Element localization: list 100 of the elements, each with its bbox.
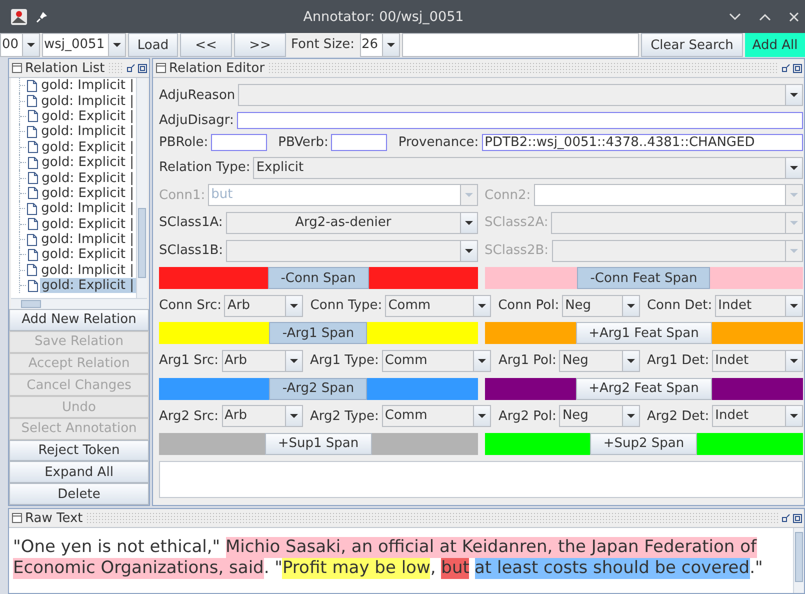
maximize-icon[interactable] <box>138 64 147 72</box>
dropdown[interactable]: Neg <box>559 350 640 372</box>
document-icon <box>28 248 38 261</box>
font-size-dropdown[interactable]: 26 <box>360 33 400 57</box>
panel-title: Relation List <box>25 60 105 76</box>
field-label: Arg2 Src: <box>159 408 219 424</box>
relation-list-item[interactable]: gold: Explicit | <box>40 247 136 262</box>
clear-search-button[interactable]: Clear Search <box>641 33 743 57</box>
document-icon <box>27 202 38 215</box>
relation-list-item[interactable]: gold: Explicit | <box>40 186 136 201</box>
dropdown[interactable]: Comm <box>382 350 492 372</box>
relation-list-button[interactable]: Reject Token <box>9 440 149 462</box>
relation-list-item[interactable]: gold: Implicit | <box>39 232 136 248</box>
highlighted-text: Economic Organizations, said <box>13 558 264 579</box>
caret-icon <box>478 414 486 418</box>
field-label: Arg1 Src: <box>159 353 219 368</box>
relation-list-button[interactable]: Add New Relation <box>9 309 149 331</box>
span-button[interactable]: +Sup1 Span <box>264 432 372 455</box>
add-all-button[interactable]: Add All <box>745 33 805 57</box>
toolbar-button[interactable]: Load <box>128 33 178 57</box>
vertical-scrollbar[interactable] <box>793 528 804 593</box>
window-title: Annotator: 00/wsj_0051 <box>302 8 465 24</box>
relation-list-item[interactable]: gold: Explicit | <box>40 155 136 170</box>
search-field[interactable] <box>402 33 639 57</box>
span-button[interactable]: -Arg1 Span <box>269 322 368 344</box>
relation-list-item[interactable]: gold: Implicit | <box>39 94 136 109</box>
document-icon <box>27 95 38 108</box>
raw-text: , <box>430 558 437 579</box>
relation-list-button[interactable]: Delete <box>9 483 149 506</box>
field-label: Conn Pol: <box>498 298 560 314</box>
grip-texture[interactable] <box>268 62 779 74</box>
caret-icon <box>113 43 121 47</box>
dropdown[interactable]: Neg <box>559 405 640 428</box>
dropdown[interactable]: Indet <box>712 405 803 428</box>
dropdown[interactable]: Comm <box>382 405 492 428</box>
adju-disagr-field[interactable] <box>236 112 803 129</box>
document-icon <box>27 126 38 138</box>
caret-icon <box>790 358 798 363</box>
relation-type-dropdown[interactable]: Explicit <box>253 156 803 179</box>
maximize-icon[interactable] <box>793 514 802 522</box>
caret-icon <box>464 220 472 225</box>
minimize-icon[interactable] <box>729 12 741 20</box>
document-icon <box>28 280 38 292</box>
pb-verb-field[interactable] <box>331 134 388 152</box>
relation-list-item[interactable]: gold: Explicit | <box>40 216 136 232</box>
caret-icon <box>290 304 298 308</box>
relation-list-button[interactable]: Expand All <box>9 461 149 484</box>
relation-list-item[interactable]: gold: Explicit | <box>40 170 136 186</box>
comment-field[interactable] <box>159 461 803 498</box>
document-icon <box>28 218 38 230</box>
span-button[interactable]: -Arg2 Span <box>269 378 368 400</box>
dropdown[interactable]: Comm <box>385 294 492 317</box>
caret-icon <box>464 248 472 253</box>
span-button[interactable]: +Arg1 Feat Span <box>576 322 712 344</box>
relation-list-item[interactable]: gold: Implicit | <box>39 201 136 216</box>
span-button[interactable]: -Conn Feat Span <box>577 267 710 290</box>
file-dropdown[interactable]: wsj_0051 <box>42 33 126 57</box>
close-icon[interactable] <box>789 12 799 22</box>
dropdown[interactable]: Arb <box>222 405 303 428</box>
raw-text: "One yen is not ethical," <box>13 537 222 558</box>
caret-icon <box>790 414 798 418</box>
relation-list-item[interactable]: gold: Implicit | <box>39 262 136 278</box>
dropdown[interactable]: Arg2-as-denier <box>226 212 478 234</box>
float-icon[interactable] <box>782 64 790 72</box>
caret-icon <box>790 166 798 170</box>
dropdown[interactable]: Indet <box>715 294 803 317</box>
pb-role-field[interactable] <box>211 134 268 152</box>
relation-list-item[interactable]: gold: Explicit | <box>40 108 136 124</box>
grip-texture[interactable] <box>108 62 124 74</box>
maximize-icon[interactable] <box>793 64 802 72</box>
horizontal-scrollbar[interactable] <box>11 298 147 309</box>
caret-icon <box>626 304 635 308</box>
dropdown[interactable]: Indet <box>712 350 803 372</box>
float-icon[interactable] <box>127 64 135 72</box>
toolbar-button[interactable]: << <box>180 33 232 57</box>
dropdown[interactable]: Neg <box>562 294 640 317</box>
provenance-field[interactable]: PDTB2::wsj_0051::4378..4381::CHANGED <box>482 134 803 152</box>
caret-icon <box>27 43 35 47</box>
field-label: SClass2B: <box>484 243 549 258</box>
toolbar-button[interactable]: >> <box>234 33 286 57</box>
span-button[interactable]: -Conn Span <box>268 267 369 290</box>
float-icon[interactable] <box>782 514 790 522</box>
relation-list-item[interactable]: gold: Explicit | <box>40 140 136 155</box>
span-button[interactable]: +Sup2 Span <box>590 432 698 455</box>
field-label: Arg2 Pol: <box>498 408 556 424</box>
vertical-scrollbar[interactable] <box>136 78 147 298</box>
dropdown[interactable]: Arb <box>222 350 303 372</box>
relation-list-item[interactable]: gold: Implicit | <box>39 124 136 140</box>
caret-icon <box>290 358 298 363</box>
relation-list-item[interactable]: gold: Implicit | <box>39 78 136 94</box>
span-button[interactable]: +Arg2 Feat Span <box>576 378 712 400</box>
grip-texture[interactable] <box>86 512 779 524</box>
section-dropdown[interactable]: 00 <box>0 33 40 57</box>
dropdown[interactable]: Arb <box>224 294 304 317</box>
relation-list-item[interactable]: gold: Explicit | <box>40 278 136 294</box>
field-label: Arg2 Det: <box>647 408 710 424</box>
document-icon <box>28 187 38 200</box>
field-label: SClass1A: <box>159 215 223 230</box>
pin-icon[interactable] <box>36 10 48 22</box>
field-label: Relation Type: <box>159 160 250 176</box>
